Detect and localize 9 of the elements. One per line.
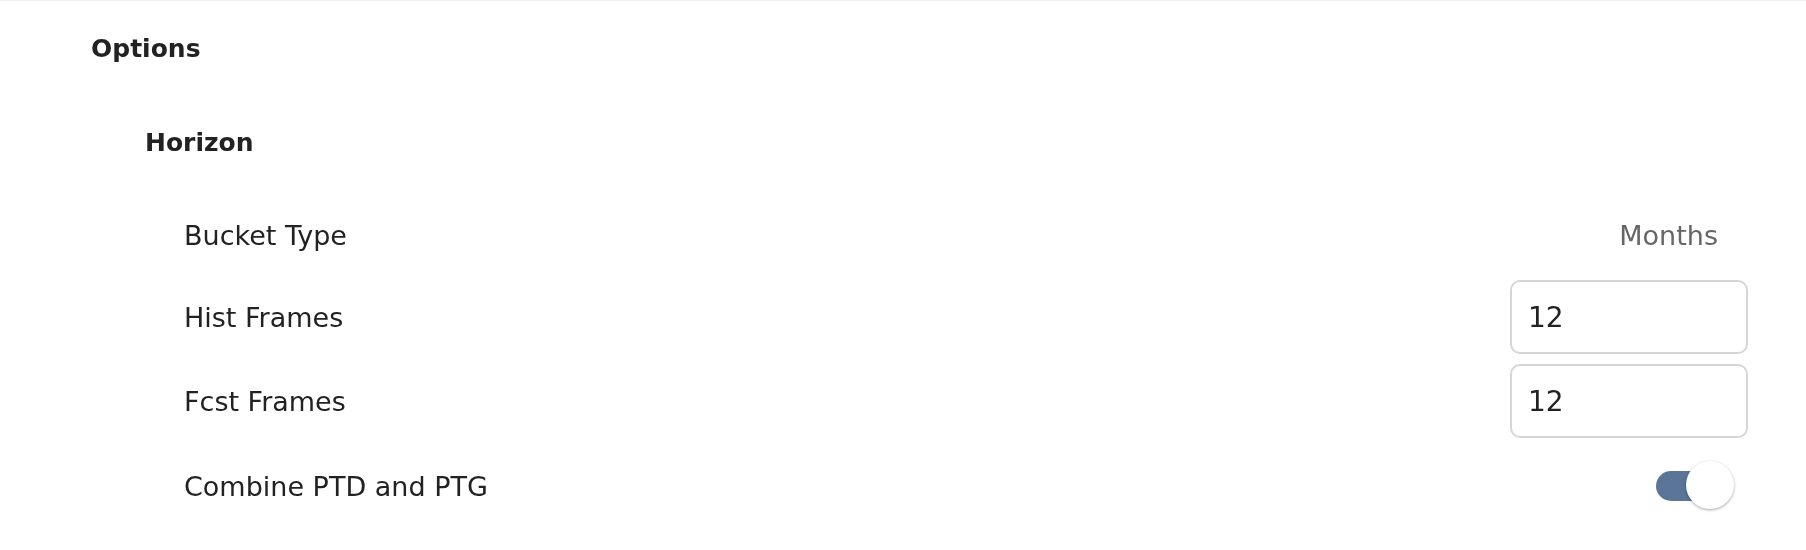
field-label: Bucket Type [184, 219, 347, 251]
field-value: Months [1619, 219, 1718, 251]
field-label: Combine PTD and PTG [184, 470, 488, 502]
field-label: Fcst Frames [184, 385, 346, 417]
number-input[interactable]: 12 [1510, 364, 1748, 438]
number-input[interactable]: 12 [1510, 280, 1748, 354]
field-label: Hist Frames [184, 301, 344, 333]
group-title: Horizon [145, 127, 255, 159]
section-title: Options [91, 33, 202, 65]
